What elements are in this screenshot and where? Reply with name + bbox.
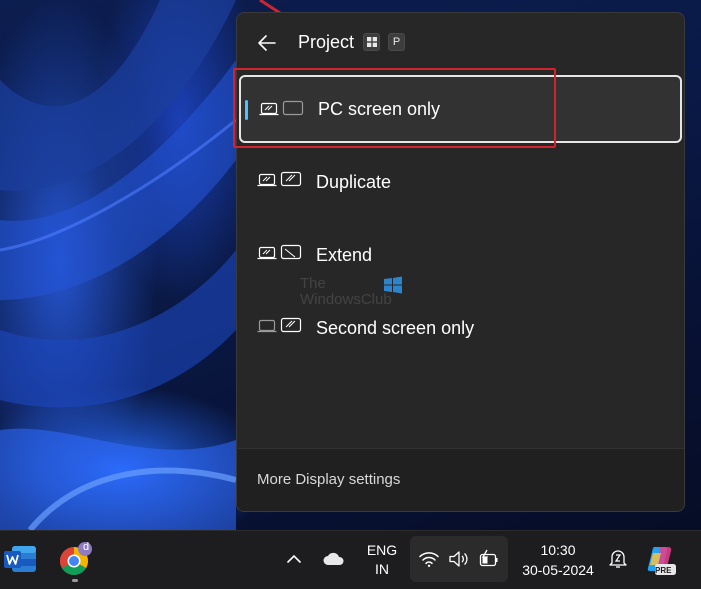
chrome-app-button[interactable]: d	[54, 539, 94, 582]
option-duplicate[interactable]: Duplicate	[239, 148, 682, 216]
taskbar: d ENG IN 10:30 30-05-2024 PRE	[0, 530, 701, 589]
chrome-profile-badge: d	[82, 541, 90, 553]
option-label: Second screen only	[316, 317, 475, 338]
notification-bell-icon	[609, 550, 627, 568]
windows-key-icon	[363, 33, 380, 51]
annotation-highlight-box	[233, 68, 556, 148]
chevron-up-icon	[287, 554, 301, 563]
back-button[interactable]	[251, 29, 283, 57]
back-arrow-icon	[258, 35, 276, 51]
running-indicator	[72, 579, 78, 582]
battery-charging-icon	[479, 549, 498, 567]
volume-icon	[449, 551, 468, 567]
copilot-preview-badge: PRE	[655, 566, 672, 575]
option-label: Extend	[316, 244, 373, 265]
flyout-header: Project P	[237, 13, 684, 73]
clock-time: 10:30	[540, 542, 576, 558]
flyout-title: Project	[298, 32, 355, 52]
word-icon	[4, 546, 36, 572]
show-hidden-icons-button[interactable]	[274, 539, 314, 579]
second-screen-only-icon	[257, 317, 302, 333]
duplicate-icon	[257, 171, 302, 187]
windows-logo-icon	[366, 37, 377, 47]
flyout-footer: More Display settings	[237, 448, 684, 511]
onedrive-button[interactable]	[314, 539, 354, 579]
clock-button[interactable]: 10:30 30-05-2024	[512, 540, 604, 580]
option-label: Duplicate	[316, 171, 392, 192]
extend-icon	[257, 244, 302, 260]
watermark-line2: WindowsClub	[300, 291, 392, 308]
watermark: The WindowsClub	[300, 276, 392, 308]
quick-settings-button[interactable]	[410, 536, 508, 582]
watermark-logo-icon	[384, 276, 402, 294]
language-code: ENG	[366, 542, 398, 558]
more-display-settings-link[interactable]: More Display settings	[257, 471, 400, 488]
clock-date: 30-05-2024	[522, 562, 594, 578]
wifi-icon	[419, 552, 439, 567]
language-indicator[interactable]: ENG IN	[362, 541, 402, 579]
onedrive-cloud-icon	[323, 552, 344, 565]
word-app-button[interactable]	[0, 539, 40, 579]
region-code: IN	[375, 561, 389, 577]
watermark-line1: The	[300, 275, 326, 292]
notifications-button[interactable]	[598, 539, 638, 579]
shortcut-key-p: P	[388, 33, 405, 51]
copilot-button[interactable]: PRE	[640, 539, 680, 579]
